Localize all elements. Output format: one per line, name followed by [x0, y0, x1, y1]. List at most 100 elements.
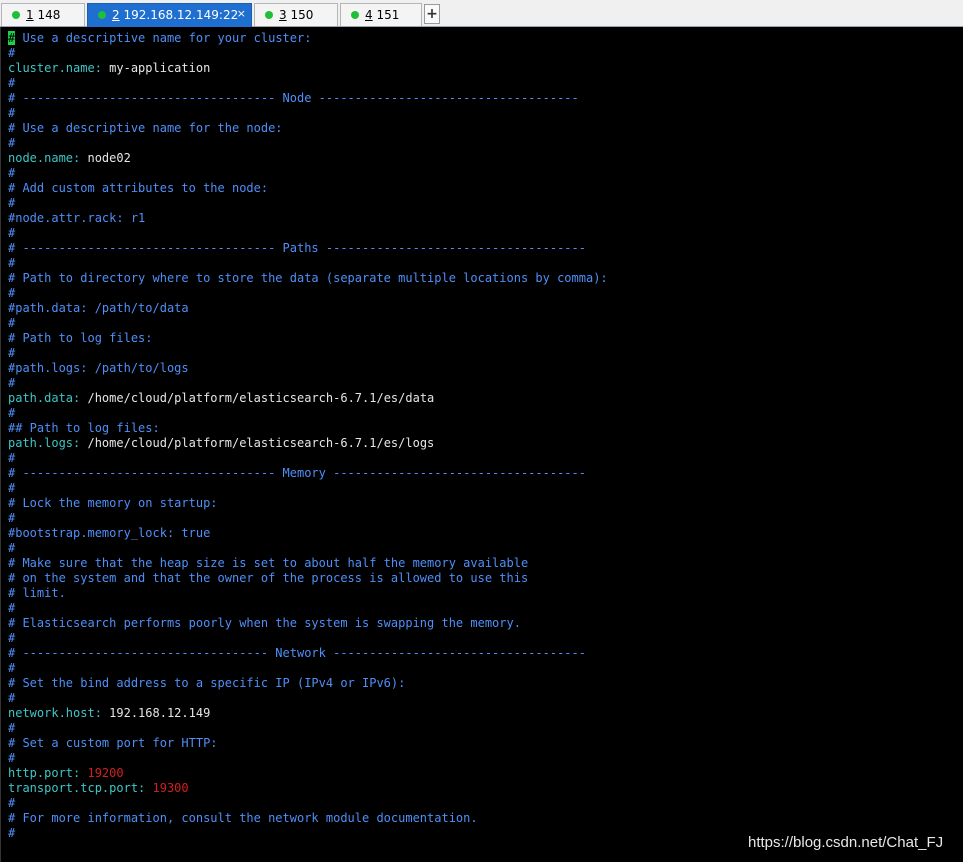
comment-text: # ----------------------------------- No… — [8, 91, 579, 105]
terminal-line: path.logs: /home/cloud/platform/elastics… — [8, 436, 435, 450]
terminal-line: # — [8, 196, 15, 211]
terminal-line: # — [8, 826, 15, 841]
comment-text: # Elasticsearch performs poorly when the… — [8, 616, 521, 630]
comment-text: # limit. — [8, 586, 66, 600]
terminal-line: # — [8, 541, 15, 556]
comment-text: # — [8, 316, 16, 330]
tab-session-4[interactable]: 4 151 — [340, 3, 422, 26]
terminal-line: #path.data: /path/to/data — [8, 301, 189, 316]
tab-title: 150 — [290, 8, 314, 22]
terminal-line: transport.tcp.port: 19300 — [8, 781, 189, 795]
comment-text: # — [8, 166, 16, 180]
comment-text: # Path to directory where to store the d… — [8, 271, 608, 285]
terminal-line: #path.logs: /path/to/logs — [8, 361, 189, 376]
close-tab-icon[interactable]: × — [237, 7, 246, 20]
comment-text: # — [8, 751, 16, 765]
comment-text: # ---------------------------------- Net… — [8, 646, 586, 660]
terminal-line: # Elasticsearch performs poorly when the… — [8, 616, 521, 631]
terminal-line: network.host: 192.168.12.149 — [8, 706, 211, 720]
comment-text: # — [8, 691, 16, 705]
comment-text: Use a descriptive name for your cluster: — [15, 31, 312, 45]
terminal-line: # Use a descriptive name for your cluste… — [8, 31, 311, 46]
connected-status-icon — [265, 11, 273, 19]
terminal-line: # — [8, 631, 15, 646]
terminal-line: http.port: 19200 — [8, 766, 124, 780]
terminal-line: # Set a custom port for HTTP: — [8, 736, 218, 751]
tab-session-2[interactable]: 2 192.168.12.149:22 × — [87, 3, 252, 27]
comment-text: # ----------------------------------- Pa… — [8, 241, 586, 255]
terminal-line: # Add custom attributes to the node: — [8, 181, 268, 196]
session-tab-bar: 1 148 2 192.168.12.149:22 × 3 150 4 151 … — [0, 0, 963, 27]
terminal-line: # — [8, 166, 15, 181]
config-key: node.name — [8, 151, 74, 165]
comment-text: # — [8, 406, 16, 420]
terminal-line: # — [8, 691, 15, 706]
terminal-line: # Use a descriptive name for the node: — [8, 121, 283, 136]
tab-number: 2 — [112, 8, 120, 22]
comment-text: # — [8, 796, 16, 810]
tab-title: 192.168.12.149:22 — [123, 8, 239, 22]
terminal-line: # — [8, 601, 15, 616]
terminal-line: # — [8, 286, 15, 301]
comment-text: # — [8, 106, 16, 120]
config-value: /home/cloud/platform/elasticsearch-6.7.1… — [87, 391, 435, 405]
terminal-line: # Path to directory where to store the d… — [8, 271, 608, 286]
terminal-line: # — [8, 136, 15, 151]
comment-text: #path.data: /path/to/data — [8, 301, 189, 315]
terminal-line: # — [8, 376, 15, 391]
tab-title: 148 — [37, 8, 61, 22]
tab-session-1[interactable]: 1 148 — [1, 3, 85, 26]
terminal-line: #bootstrap.memory_lock: true — [8, 526, 210, 541]
config-key: network.host — [8, 706, 95, 720]
terminal-line: # — [8, 796, 15, 811]
add-tab-button[interactable]: + — [424, 4, 440, 24]
comment-text: # Make sure that the heap size is set to… — [8, 556, 529, 570]
terminal-line: # — [8, 451, 15, 466]
connected-status-icon — [12, 11, 20, 19]
terminal-line: # — [8, 721, 15, 736]
comment-text: # Add custom attributes to the node: — [8, 181, 269, 195]
comment-text: # — [8, 136, 16, 150]
comment-text: # Set a custom port for HTTP: — [8, 736, 218, 750]
comment-text: # — [8, 451, 16, 465]
terminal-line: # — [8, 406, 15, 421]
terminal-line: # — [8, 106, 15, 121]
comment-text: # — [8, 631, 16, 645]
config-value: /home/cloud/platform/elasticsearch-6.7.1… — [87, 436, 435, 450]
terminal-line: # — [8, 46, 15, 61]
comment-text: # For more information, consult the netw… — [8, 811, 478, 825]
config-key: path.logs — [8, 436, 74, 450]
comment-text: # — [8, 76, 16, 90]
connected-status-icon — [98, 11, 106, 19]
watermark: https://blog.csdn.net/Chat_FJ — [748, 834, 944, 851]
terminal-line: # on the system and that the owner of th… — [8, 571, 528, 586]
terminal-output[interactable]: # Use a descriptive name for your cluste… — [0, 27, 963, 862]
comment-text: # — [8, 481, 16, 495]
comment-text: #node.attr.rack: r1 — [8, 211, 146, 225]
tab-number: 3 — [279, 8, 287, 22]
config-value: 192.168.12.149 — [109, 706, 211, 720]
comment-text: # Use a descriptive name for the node: — [8, 121, 283, 135]
terminal-line: #node.attr.rack: r1 — [8, 211, 145, 226]
comment-text: # on the system and that the owner of th… — [8, 571, 529, 585]
comment-text: # — [8, 541, 16, 555]
tab-session-3[interactable]: 3 150 — [254, 3, 338, 26]
comment-text: # — [8, 286, 16, 300]
comment-text: # — [8, 226, 16, 240]
terminal-line: # — [8, 76, 15, 91]
terminal-line: # — [8, 256, 15, 271]
terminal-line: # — [8, 511, 15, 526]
comment-text: #path.logs: /path/to/logs — [8, 361, 189, 375]
comment-text: # Path to log files: — [8, 331, 153, 345]
comment-text: # Lock the memory on startup: — [8, 496, 218, 510]
terminal-line: # limit. — [8, 586, 66, 601]
comment-text: # — [8, 46, 16, 60]
comment-text: # — [8, 376, 16, 390]
terminal-line: # ---------------------------------- Net… — [8, 646, 586, 661]
terminal-line: # — [8, 661, 15, 676]
terminal-line: # For more information, consult the netw… — [8, 811, 478, 826]
tab-title: 151 — [376, 8, 400, 22]
terminal-line: # ----------------------------------- No… — [8, 91, 579, 106]
terminal-line: # Lock the memory on startup: — [8, 496, 218, 511]
comment-text: # — [8, 256, 16, 270]
